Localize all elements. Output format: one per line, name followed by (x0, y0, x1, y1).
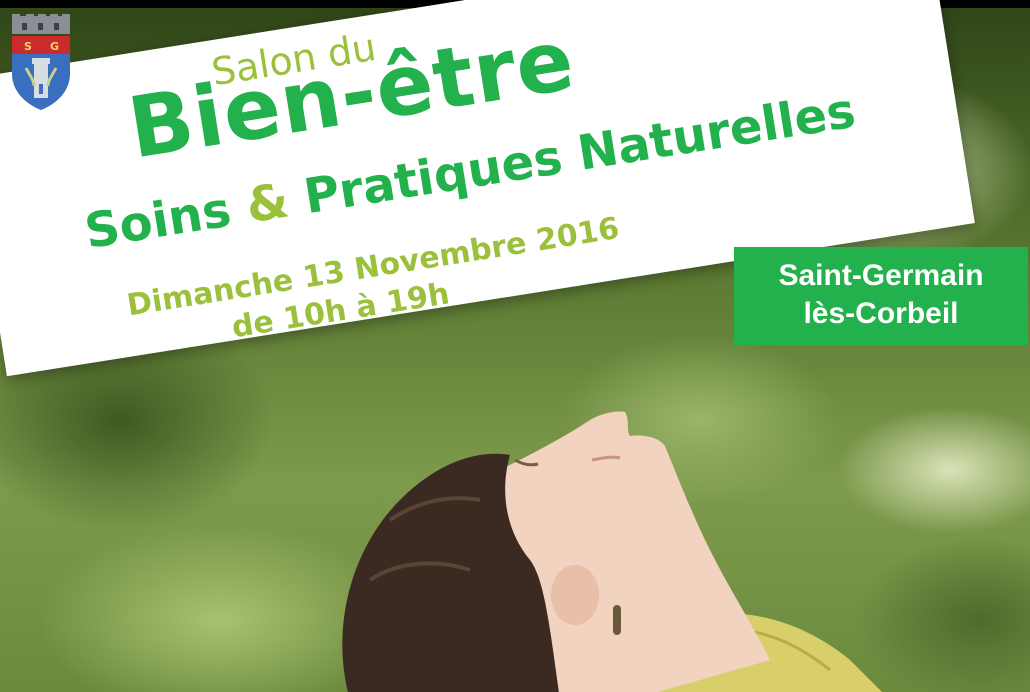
location-line1: Saint-Germain (778, 259, 984, 292)
crest-letter-s: S (24, 40, 32, 53)
crest-letter-g: G (50, 40, 59, 53)
subtitle-part1: Soins (80, 179, 252, 260)
location-line2: lès-Corbeil (803, 297, 959, 330)
event-poster: Salon du Bien-être Soins & Pratiques Nat… (0, 0, 1030, 692)
location-badge: Saint-Germain lès-Corbeil (734, 247, 1028, 345)
woman-photo (342, 411, 882, 692)
coat-of-arms-icon: S G (12, 14, 70, 110)
